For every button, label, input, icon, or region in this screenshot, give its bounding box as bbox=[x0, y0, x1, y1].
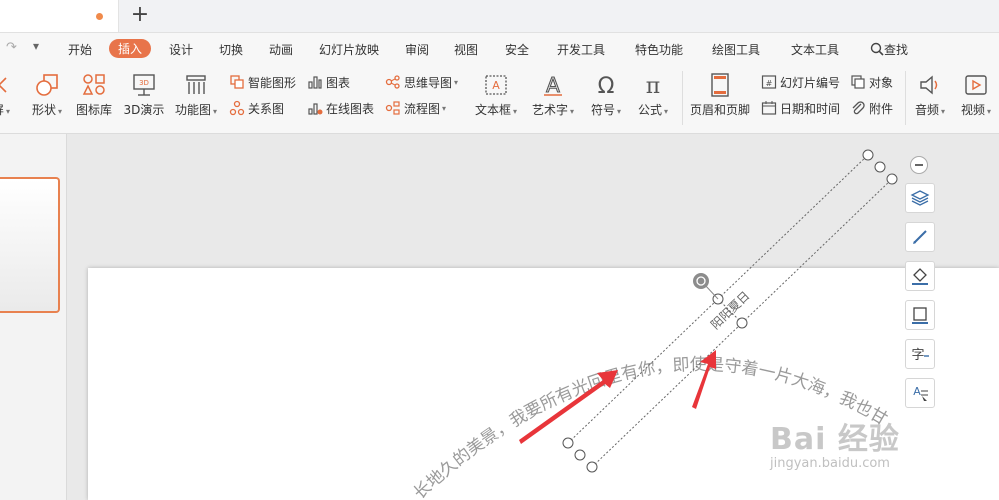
layers-button[interactable] bbox=[905, 183, 935, 213]
text-effects-icon: A bbox=[913, 385, 928, 401]
baidu-watermark: Bai 经验 bbox=[770, 422, 900, 457]
fill-button[interactable] bbox=[905, 261, 935, 291]
resize-handle[interactable] bbox=[736, 317, 748, 329]
baidu-watermark-url: jingyan.baidu.com bbox=[770, 456, 890, 471]
collapse-toolbar-button[interactable] bbox=[910, 156, 928, 174]
resize-handle[interactable] bbox=[886, 173, 898, 185]
fill-bucket-icon bbox=[912, 268, 928, 285]
pen-icon bbox=[913, 230, 927, 244]
resize-handle[interactable] bbox=[862, 149, 874, 161]
layers-icon bbox=[910, 190, 930, 206]
svg-text:字: 字 bbox=[911, 348, 924, 363]
resize-handle[interactable] bbox=[586, 461, 598, 473]
rotate-handle-icon[interactable] bbox=[693, 273, 709, 289]
outline-button[interactable] bbox=[905, 300, 935, 330]
outline-icon bbox=[912, 307, 928, 324]
pen-button[interactable] bbox=[905, 222, 935, 252]
svg-text:A: A bbox=[913, 385, 921, 398]
resize-handle[interactable] bbox=[874, 161, 886, 173]
character-icon: 字 bbox=[911, 348, 929, 363]
text-effects-button[interactable]: A bbox=[905, 378, 935, 408]
resize-handle[interactable] bbox=[574, 449, 586, 461]
resize-handle[interactable] bbox=[562, 437, 574, 449]
text-format-button[interactable]: 字 bbox=[905, 339, 935, 369]
